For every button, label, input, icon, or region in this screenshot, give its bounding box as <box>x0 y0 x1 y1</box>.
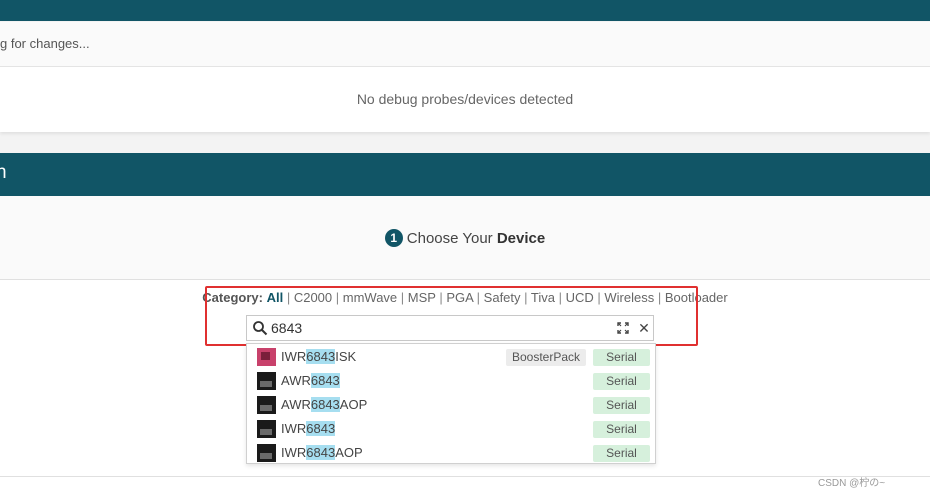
device-name-suffix: ISK <box>335 349 357 364</box>
device-name-prefix: AWR <box>281 373 311 388</box>
device-name-prefix: AWR <box>281 397 311 412</box>
device-name: IWR6843ISK <box>281 349 356 364</box>
clear-search-icon[interactable]: ✕ <box>638 321 650 335</box>
device-thumbnail <box>257 444 276 462</box>
search-icon <box>253 321 268 336</box>
search-result-row[interactable]: IWR6843ISK BoosterPack Serial <box>247 345 655 369</box>
no-probes-message: No debug probes/devices detected <box>356 91 574 107</box>
step-emphasis: Device <box>496 230 546 247</box>
device-name-match: 6843 <box>306 349 336 364</box>
device-name: IWR6843AOP <box>281 445 363 460</box>
search-result-row[interactable]: AWR6843AOP Serial <box>247 393 655 417</box>
boosterpack-badge: BoosterPack <box>506 349 587 366</box>
device-name-prefix: IWR <box>281 445 307 460</box>
debug-probes-panel: No debug probes/devices detected <box>0 67 930 132</box>
device-name: AWR6843AOP <box>281 397 367 412</box>
search-results-list: IWR6843ISK BoosterPack Serial AWR6843 Serial… <box>246 343 656 464</box>
device-search-box[interactable]: ✕ <box>246 315 654 341</box>
status-bar: g for changes... <box>0 22 930 67</box>
step-text: Choose Your <box>406 230 497 247</box>
device-name-match: 6843 <box>306 445 336 460</box>
device-name: IWR6843 <box>281 421 336 436</box>
device-name-match: 6843 <box>306 421 336 436</box>
step-number-badge: 1 <box>384 229 403 247</box>
device-name: AWR6843 <box>281 373 340 388</box>
device-name-suffix: AOP <box>339 397 368 412</box>
search-result-row[interactable]: IWR6843AOP Serial <box>247 441 655 465</box>
step-heading: 1 Choose Your Device <box>0 229 930 247</box>
device-thumbnail <box>257 396 276 414</box>
search-result-row[interactable]: AWR6843 Serial <box>247 369 655 393</box>
section-header: n <box>0 153 930 196</box>
serial-tag: Serial <box>593 373 650 390</box>
device-name-prefix: IWR <box>281 349 307 364</box>
device-name-suffix: AOP <box>335 445 363 460</box>
serial-tag: Serial <box>593 349 650 366</box>
top-bar <box>0 0 930 21</box>
divider <box>0 476 930 477</box>
serial-tag: Serial <box>593 445 650 462</box>
serial-tag: Serial <box>593 397 650 414</box>
device-thumbnail <box>257 372 276 390</box>
expand-icon[interactable] <box>617 322 629 334</box>
device-name-match: 6843 <box>310 397 340 412</box>
step-panel: 1 Choose Your Device <box>0 196 930 280</box>
watermark: CSDN @柠の~ <box>818 478 886 489</box>
device-name-match: 6843 <box>310 373 340 388</box>
status-text: g for changes... <box>0 36 90 51</box>
section-title: n <box>0 162 7 183</box>
search-result-row[interactable]: IWR6843 Serial <box>247 417 655 441</box>
serial-tag: Serial <box>593 421 650 438</box>
device-thumbnail <box>257 348 276 366</box>
device-name-prefix: IWR <box>281 421 307 436</box>
device-thumbnail <box>257 420 276 438</box>
search-input[interactable] <box>271 319 591 337</box>
